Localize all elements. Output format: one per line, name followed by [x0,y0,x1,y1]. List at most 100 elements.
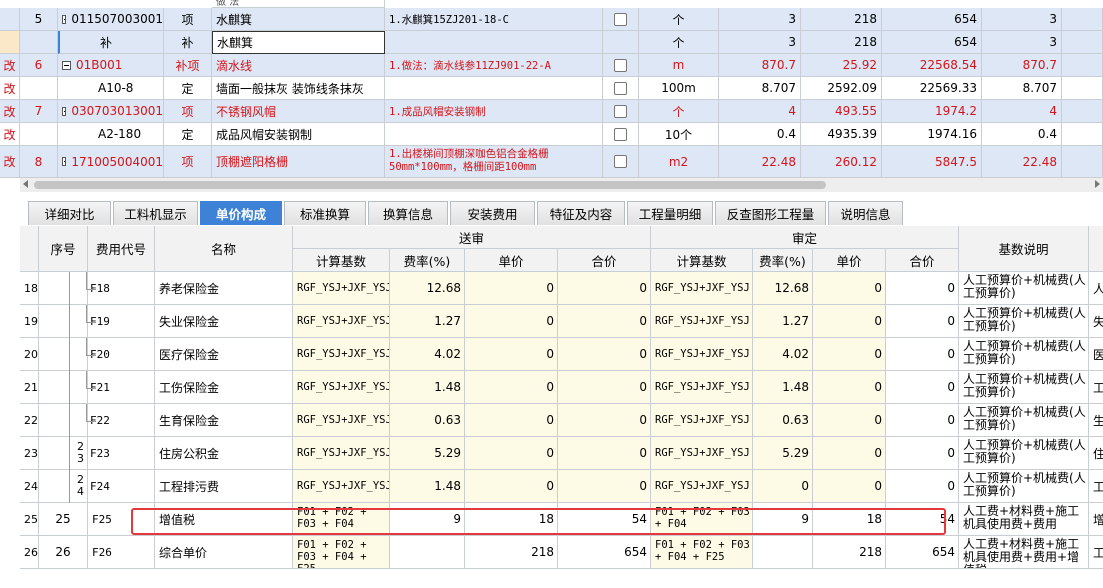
approved-calc-base[interactable]: RGF_YSJ+JXF_YSJ [651,404,753,437]
fee-row[interactable]: 24 24 F24 工程排污费 RGF_YSJ+JXF_YSJ 1.48 0 0 RGF_YSJ… [20,470,1103,503]
submitted-calc-base[interactable]: RGF_YSJ+JXF_YSJ [293,371,390,404]
item-name[interactable]: 顶棚遮阳格栅 [212,146,385,178]
approved-unit-price[interactable]: 0 [813,305,886,338]
fee-code[interactable]: F19 [88,305,155,338]
submitted-rate[interactable]: 1.27 [390,305,465,338]
header-fee-code[interactable]: 费用代号 [88,226,155,272]
submitted-total[interactable]: 0 [558,371,651,404]
item-name[interactable]: 成品风帽安装钢制 [212,123,385,146]
fee-code[interactable]: F23 [88,437,155,470]
approved-rate[interactable]: 1.48 [753,371,813,404]
submitted-calc-base[interactable]: RGF_YSJ+JXF_YSJ [293,470,390,503]
approved-rate[interactable]: 9 [753,503,813,536]
approved-unit-price[interactable]: 0 [813,437,886,470]
header-s-unit-price[interactable]: 单价 [465,249,558,272]
submitted-calc-base[interactable]: RGF_YSJ+JXF_YSJ [293,272,390,305]
header-s-calc-base[interactable]: 计算基数 [293,249,390,272]
approved-calc-base[interactable]: RGF_YSJ+JXF_YSJ [651,305,753,338]
fee-row[interactable]: 25 25 F25 增值税 F01 + F02 + F03 + F04 9 18 54 F01 … [20,503,1103,536]
bill-row[interactable]: 改 8 171005004001 项顶棚遮阳格栅 1.出楼梯间顶棚深咖色铝合金格栅50m… [0,146,1103,178]
basis-description[interactable]: 人工预算价+机械费(人工预算价) [959,338,1089,371]
bill-row[interactable]: 改 A2-180 定成品风帽安装钢制 10个 0.4 4935.39 1974.16 0.4 [0,123,1103,146]
approved-total[interactable]: 0 [886,305,959,338]
approved-total[interactable]: 654 [886,536,959,569]
basis-description[interactable]: 人工预算价+机械费(人工预算价) [959,404,1089,437]
fee-seq[interactable] [39,404,88,437]
tab-5[interactable]: 安装费用 [450,201,535,225]
lock-checkbox-box[interactable] [614,12,627,26]
tab-1[interactable]: 工料机显示 [113,201,198,225]
tab-0[interactable]: 详细对比 [28,201,111,225]
header-a-rate[interactable]: 费率(%) [753,249,813,272]
approved-calc-base[interactable]: RGF_YSJ+JXF_YSJ [651,437,753,470]
submitted-unit-price[interactable]: 0 [465,437,558,470]
submitted-total[interactable]: 0 [558,470,651,503]
submitted-calc-base[interactable]: RGF_YSJ+JXF_YSJ [293,305,390,338]
header-a-calc-base[interactable]: 计算基数 [651,249,753,272]
approved-total[interactable]: 0 [886,437,959,470]
fee-name[interactable]: 生育保险金 [155,404,293,437]
fee-name[interactable]: 工伤保险金 [155,371,293,404]
fee-name[interactable]: 失业保险金 [155,305,293,338]
lock-checkbox-box[interactable] [614,127,627,141]
fee-seq[interactable]: 24 [39,470,88,503]
fee-row[interactable]: 20 F20 医疗保险金 RGF_YSJ+JXF_YSJ 4.02 0 0 RGF_YSJ+J… [20,338,1103,371]
approved-rate[interactable] [753,536,813,569]
horizontal-scrollbar[interactable] [20,178,1103,192]
submitted-rate[interactable]: 5.29 [390,437,465,470]
submitted-unit-price[interactable]: 0 [465,338,558,371]
approved-unit-price[interactable]: 218 [813,536,886,569]
fee-row[interactable]: 22 F22 生育保险金 RGF_YSJ+JXF_YSJ 0.63 0 0 RGF_YSJ+J… [20,404,1103,437]
basis-description[interactable]: 人工费+材料费+施工机具使用费+费用 [959,503,1089,536]
submitted-unit-price[interactable]: 0 [465,272,558,305]
tab-9[interactable]: 说明信息 [828,201,903,225]
bill-row[interactable]: 改 A10-8 定墙面一般抹灰 装饰线条抹灰 100m 8.707 2592.09 2256… [0,77,1103,100]
fee-row[interactable]: 26 26 F26 综合单价 F01 + F02 + F03 + F04 + F25 21… [20,536,1103,569]
header-s-rate[interactable]: 费率(%) [390,249,465,272]
collapse-icon[interactable] [62,60,71,70]
item-name[interactable]: 不锈钢风帽 [212,100,385,123]
item-name[interactable]: 滴水线 [212,54,385,77]
submitted-total[interactable]: 0 [558,305,651,338]
submitted-rate[interactable]: 1.48 [390,470,465,503]
header-a-unit-price[interactable]: 单价 [813,249,886,272]
approved-calc-base[interactable]: RGF_YSJ+JXF_YSJ [651,470,753,503]
fee-code[interactable]: F20 [88,338,155,371]
tab-8[interactable]: 反查图形工程量 [715,201,826,225]
lock-checkbox[interactable] [603,54,639,77]
approved-total[interactable]: 54 [886,503,959,536]
fee-row[interactable]: 18 F18 养老保险金 RGF_YSJ+JXF_YSJ 12.68 0 0 RGF_YSJ+… [20,272,1103,305]
lock-checkbox-box[interactable] [614,155,627,168]
submitted-unit-price[interactable]: 218 [465,536,558,569]
fee-code[interactable]: F18 [88,272,155,305]
fee-row[interactable]: 23 23 F23 住房公积金 RGF_YSJ+JXF_YSJ 5.29 0 0 RGF_YSJ… [20,437,1103,470]
header-a-total[interactable]: 合价 [886,249,959,272]
approved-total[interactable]: 0 [886,338,959,371]
item-name[interactable]: 水麒箕 [212,8,385,31]
approved-rate[interactable]: 5.29 [753,437,813,470]
header-basis-desc[interactable]: 基数说明 [959,226,1089,272]
bill-row[interactable]: 改 7 030703013001 项不锈钢风帽 1.成品风帽安装钢制个 4 493.55 19… [0,100,1103,123]
submitted-unit-price[interactable]: 0 [465,371,558,404]
approved-calc-base[interactable]: F01 + F02 + F03 + F04 [651,503,753,536]
approved-rate[interactable]: 4.02 [753,338,813,371]
header-s-total[interactable]: 合价 [558,249,651,272]
scroll-right-icon[interactable] [1095,180,1100,188]
basis-description[interactable]: 人工预算价+机械费(人工预算价) [959,470,1089,503]
tab-3[interactable]: 标准换算 [284,201,366,225]
lock-checkbox[interactable] [603,100,639,123]
lock-checkbox-box[interactable] [614,104,627,118]
fee-seq[interactable]: 25 [39,503,88,536]
lock-checkbox-box[interactable] [614,81,627,95]
approved-rate[interactable]: 12.68 [753,272,813,305]
approved-rate[interactable]: 1.27 [753,305,813,338]
fee-seq[interactable]: 26 [39,536,88,569]
submitted-rate[interactable] [390,536,465,569]
approved-total[interactable]: 0 [886,404,959,437]
fee-code[interactable]: F25 [88,503,155,536]
lock-checkbox[interactable] [603,146,639,178]
basis-description[interactable]: 人工预算价+机械费(人工预算价) [959,305,1089,338]
header-seq[interactable]: 序号 [39,226,88,272]
submitted-calc-base[interactable]: F01 + F02 + F03 + F04 [293,503,390,536]
fee-row[interactable]: 21 F21 工伤保险金 RGF_YSJ+JXF_YSJ 1.48 0 0 RGF_YSJ+J… [20,371,1103,404]
